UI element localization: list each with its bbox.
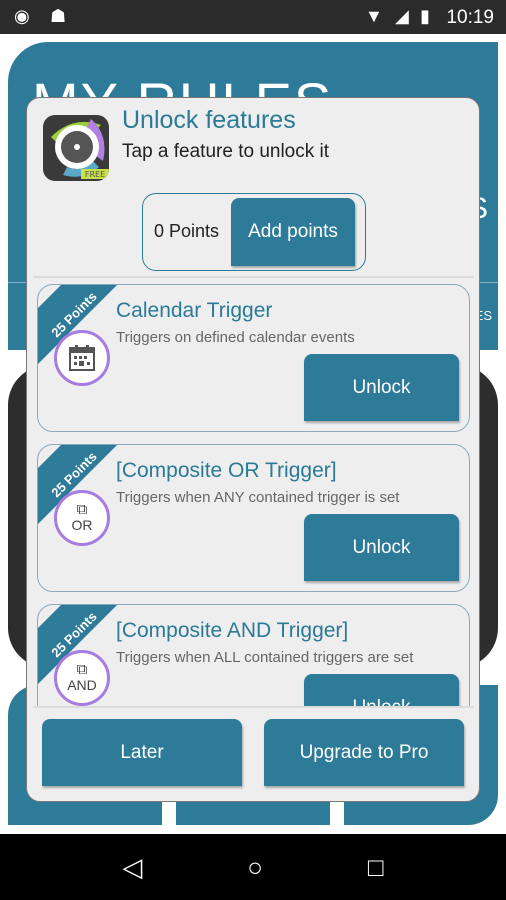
feature-list[interactable]: 25 Points Calendar Trigger Triggers on d… (27, 278, 479, 706)
signal-icon: ◢ (395, 6, 409, 26)
android-icon: ☗ (50, 6, 67, 26)
feature-card-calendar[interactable]: 25 Points Calendar Trigger Triggers on d… (37, 284, 470, 432)
svg-text:FREE: FREE (85, 170, 105, 179)
feature-description: Triggers when ALL contained triggers are… (116, 649, 414, 666)
back-icon[interactable]: ◁ (122, 852, 142, 883)
composite-and-icon: ⧉ AND (54, 650, 110, 706)
feature-title: [Composite OR Trigger] (116, 459, 337, 482)
feature-description: Triggers when ANY contained trigger is s… (116, 489, 400, 506)
upgrade-to-pro-button[interactable]: Upgrade to Pro (264, 719, 464, 786)
points-box: 0 Points Add points (142, 193, 366, 271)
battery-icon: ▮ (420, 6, 430, 26)
home-icon[interactable]: ○ (247, 852, 263, 883)
points-balance: 0 Points (154, 221, 220, 241)
feature-card-composite-and[interactable]: 25 Points ⧉ AND [Composite AND Trigger] T… (37, 604, 470, 706)
wifi-icon: ▼ (365, 6, 383, 26)
feature-description: Triggers on defined calendar events (116, 329, 355, 346)
feature-card-composite-or[interactable]: 25 Points ⧉ OR [Composite OR Trigger] Tri… (37, 444, 470, 592)
unlock-button[interactable]: Unlock (304, 354, 459, 421)
navigation-bar: ◁ ○ □ (0, 834, 506, 900)
unlock-button[interactable]: Unlock (304, 514, 459, 581)
feature-title: [Composite AND Trigger] (116, 619, 349, 642)
feature-title: Calendar Trigger (116, 299, 273, 322)
dialog-subtitle: Tap a feature to unlock it (122, 141, 330, 162)
unlock-features-dialog: FREE Unlock features Tap a feature to un… (26, 97, 480, 802)
composite-or-icon: ⧉ OR (54, 490, 110, 546)
app-logo: FREE (43, 115, 109, 181)
later-button[interactable]: Later (42, 719, 242, 786)
status-bar: ◉ ☗ ▼ ◢ ▮ 10:19 (0, 0, 506, 34)
sync-icon: ◉ (14, 6, 30, 26)
recents-icon[interactable]: □ (368, 852, 384, 883)
clock: 10:19 (446, 7, 494, 28)
dialog-title: Unlock features (122, 106, 296, 134)
add-points-button[interactable]: Add points (231, 198, 355, 266)
unlock-button[interactable]: Unlock (304, 674, 459, 706)
calendar-icon (54, 330, 110, 386)
